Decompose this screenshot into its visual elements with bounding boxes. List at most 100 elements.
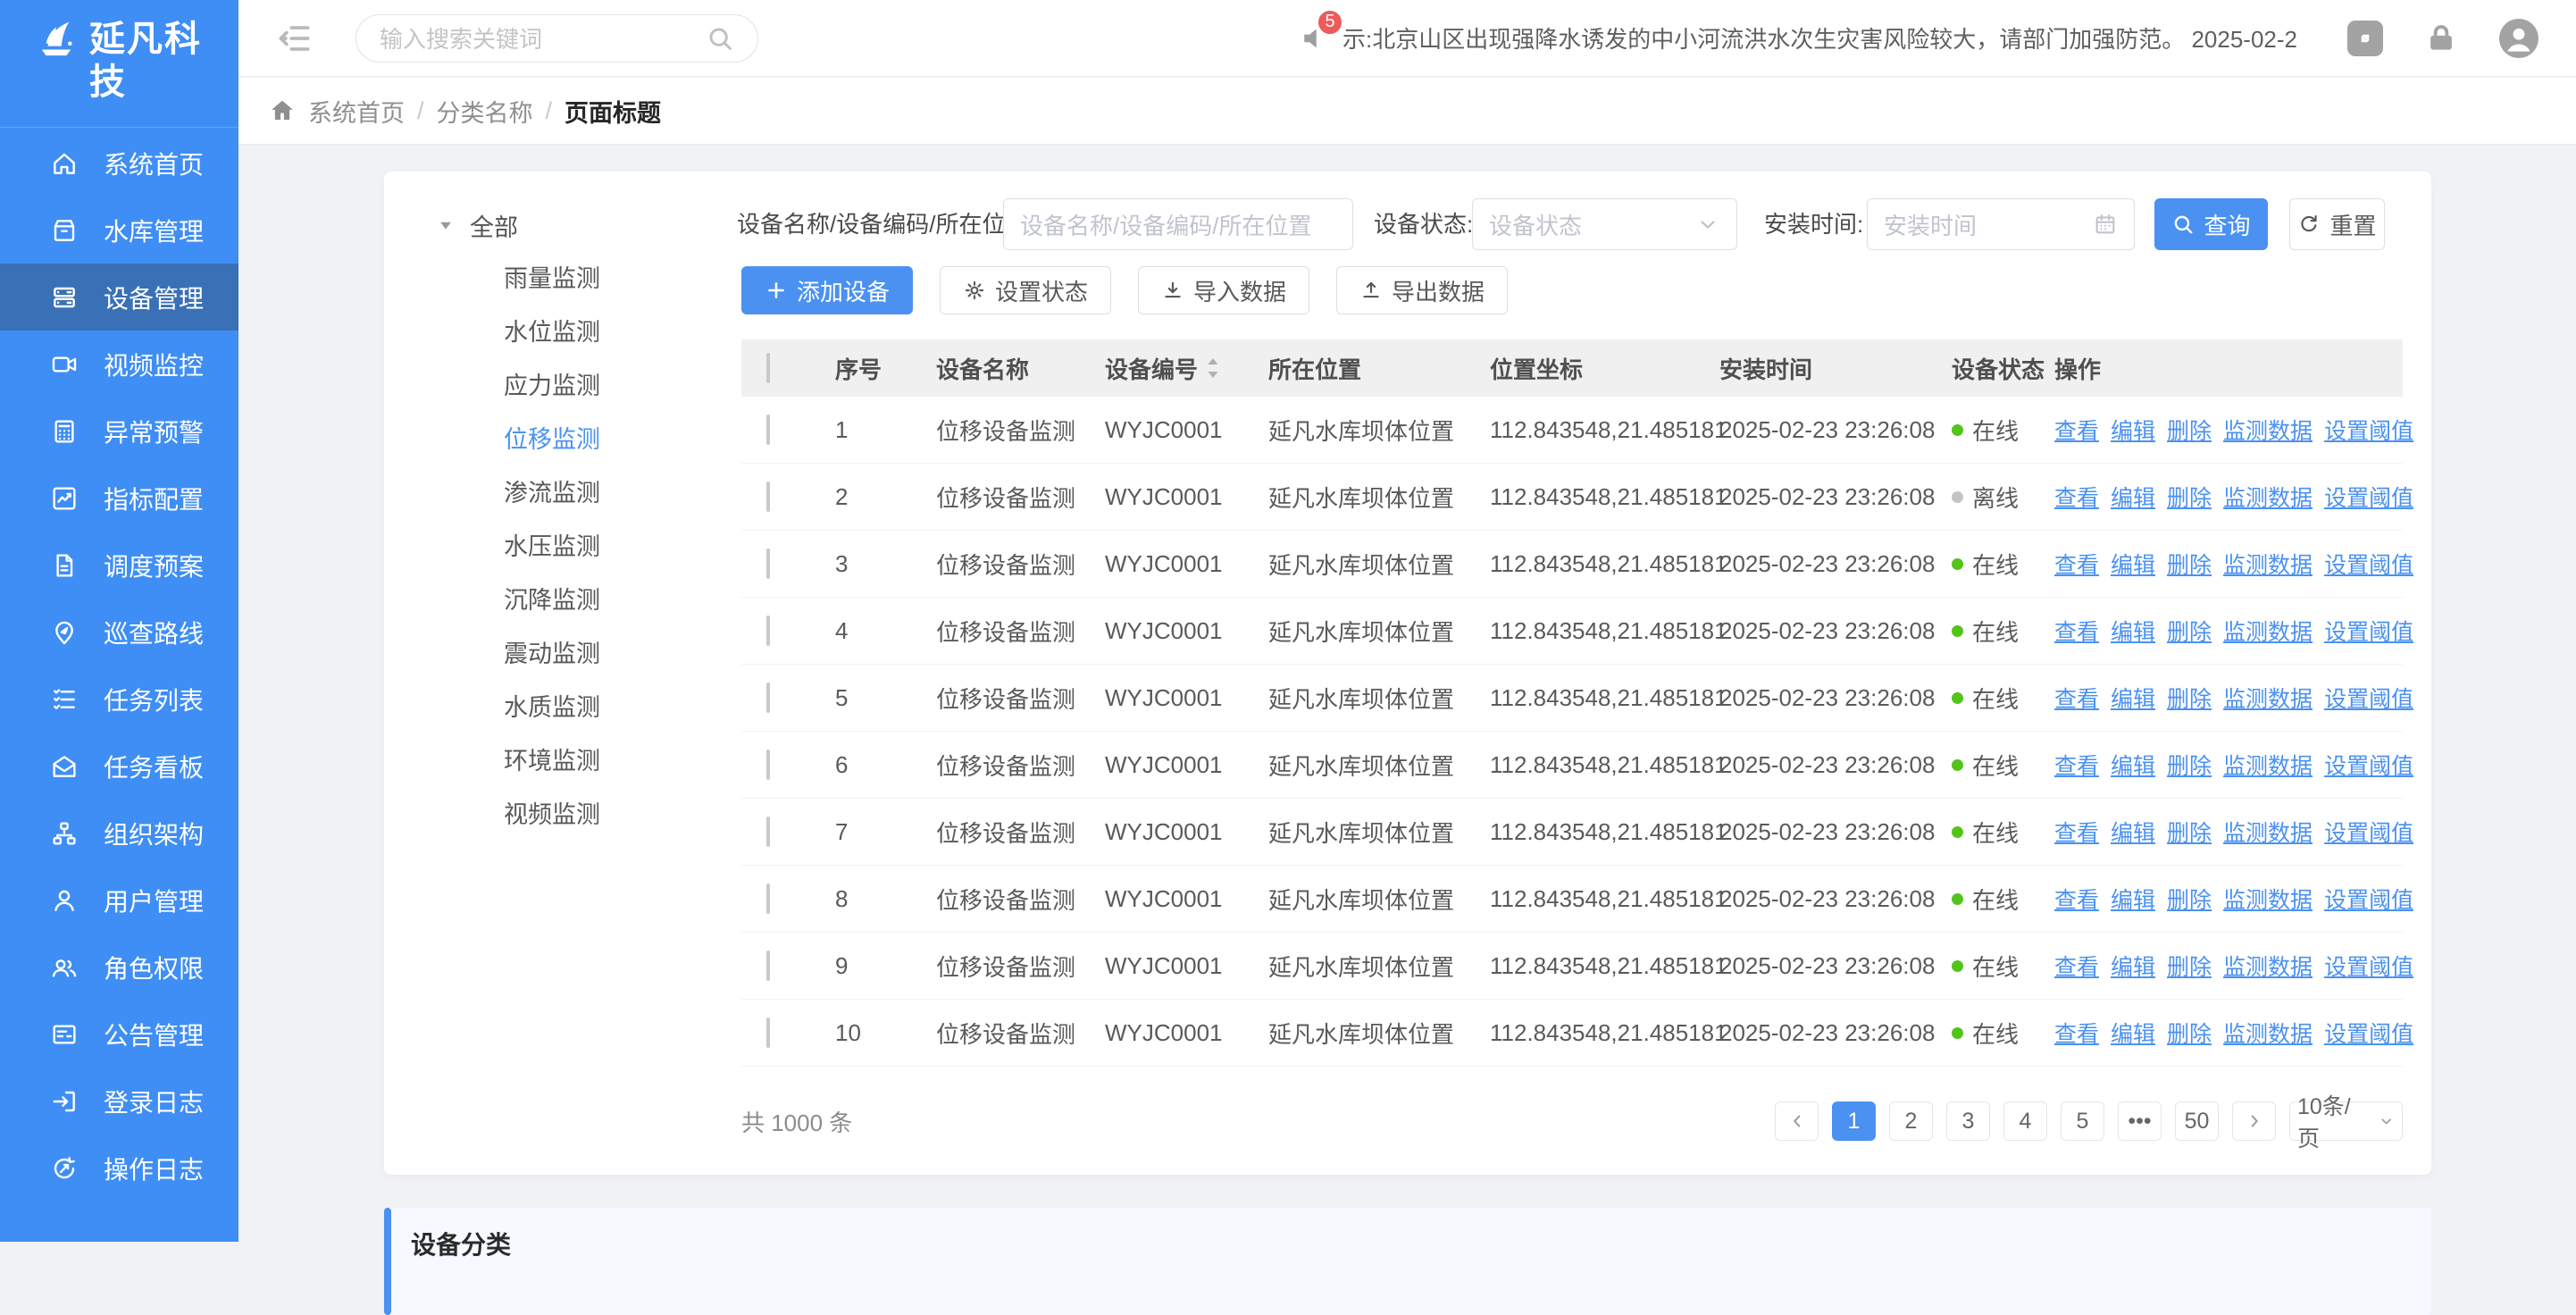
monitor-data-link[interactable]: 监测数据	[2223, 414, 2313, 446]
row-checkbox[interactable]	[766, 1018, 770, 1048]
reset-button[interactable]: 重置	[2289, 198, 2385, 250]
user-avatar[interactable]	[2499, 19, 2538, 58]
monitor-data-link[interactable]: 监测数据	[2223, 883, 2313, 915]
breadcrumb-item-home[interactable]: 系统首页	[308, 94, 405, 129]
page-button[interactable]: 3	[1946, 1101, 1990, 1141]
tree-item[interactable]: 环境监测	[504, 734, 720, 788]
edit-link[interactable]: 编辑	[2111, 1017, 2155, 1049]
sidebar-item-op-log[interactable]: 操作日志	[0, 1135, 238, 1202]
delete-link[interactable]: 删除	[2167, 481, 2212, 513]
fullscreen-icon[interactable]	[2347, 21, 2383, 56]
delete-link[interactable]: 删除	[2167, 950, 2212, 982]
set-status-button[interactable]: 设置状态	[940, 266, 1111, 314]
row-checkbox[interactable]	[766, 549, 770, 579]
sidebar-item-board[interactable]: 任务看板	[0, 733, 238, 800]
monitor-data-link[interactable]: 监测数据	[2223, 615, 2313, 647]
row-checkbox[interactable]	[766, 482, 770, 512]
monitor-data-link[interactable]: 监测数据	[2223, 481, 2313, 513]
delete-link[interactable]: 删除	[2167, 883, 2212, 915]
tree-item[interactable]: 雨量监测	[504, 252, 720, 306]
view-link[interactable]: 查看	[2054, 414, 2099, 446]
sidebar-item-tasks[interactable]: 任务列表	[0, 666, 238, 733]
set-threshold-link[interactable]: 设置阈值	[2324, 414, 2413, 446]
monitor-data-link[interactable]: 监测数据	[2223, 749, 2313, 781]
more-pages-button[interactable]: •••	[2118, 1101, 2162, 1141]
view-link[interactable]: 查看	[2054, 950, 2099, 982]
row-checkbox[interactable]	[766, 750, 770, 780]
set-threshold-link[interactable]: 设置阈值	[2324, 749, 2413, 781]
sidebar-item-metrics[interactable]: 指标配置	[0, 465, 238, 532]
delete-link[interactable]: 删除	[2167, 749, 2212, 781]
row-checkbox[interactable]	[766, 683, 770, 713]
prev-page-button[interactable]	[1775, 1101, 1819, 1141]
set-threshold-link[interactable]: 设置阈值	[2324, 548, 2413, 580]
edit-link[interactable]: 编辑	[2111, 749, 2155, 781]
sidebar-item-plan[interactable]: 调度预案	[0, 532, 238, 599]
sidebar-item-reservoir[interactable]: 水库管理	[0, 197, 238, 264]
set-threshold-link[interactable]: 设置阈值	[2324, 950, 2413, 982]
edit-link[interactable]: 编辑	[2111, 883, 2155, 915]
page-button[interactable]: 5	[2061, 1101, 2104, 1141]
tree-item[interactable]: 位移监测	[504, 413, 720, 466]
delete-link[interactable]: 删除	[2167, 548, 2212, 580]
import-data-button[interactable]: 导入数据	[1138, 266, 1309, 314]
tree-root-all[interactable]: 全部	[436, 204, 720, 247]
page-button[interactable]: 1	[1832, 1101, 1876, 1141]
global-search-input[interactable]: 输入搜索关键词	[355, 14, 758, 63]
delete-link[interactable]: 删除	[2167, 816, 2212, 848]
row-checkbox[interactable]	[766, 817, 770, 847]
page-button[interactable]: 4	[2003, 1101, 2047, 1141]
edit-link[interactable]: 编辑	[2111, 615, 2155, 647]
view-link[interactable]: 查看	[2054, 816, 2099, 848]
delete-link[interactable]: 删除	[2167, 414, 2212, 446]
edit-link[interactable]: 编辑	[2111, 548, 2155, 580]
view-link[interactable]: 查看	[2054, 749, 2099, 781]
edit-link[interactable]: 编辑	[2111, 950, 2155, 982]
set-threshold-link[interactable]: 设置阈值	[2324, 615, 2413, 647]
edit-link[interactable]: 编辑	[2111, 682, 2155, 714]
search-icon[interactable]	[706, 24, 734, 53]
view-link[interactable]: 查看	[2054, 548, 2099, 580]
view-link[interactable]: 查看	[2054, 682, 2099, 714]
set-threshold-link[interactable]: 设置阈值	[2324, 816, 2413, 848]
time-filter-input[interactable]: 安装时间	[1867, 198, 2135, 250]
sidebar-item-video[interactable]: 视频监控	[0, 331, 238, 398]
tree-item[interactable]: 渗流监测	[504, 466, 720, 520]
speaker-icon[interactable]: 5	[1300, 22, 1332, 54]
next-page-button[interactable]	[2232, 1101, 2276, 1141]
view-link[interactable]: 查看	[2054, 481, 2099, 513]
status-filter-select[interactable]: 设备状态	[1472, 198, 1737, 250]
view-link[interactable]: 查看	[2054, 1017, 2099, 1049]
keyword-filter-input[interactable]: 设备名称/设备编码/所在位置	[1003, 198, 1353, 250]
search-button[interactable]: 查询	[2154, 198, 2268, 250]
delete-link[interactable]: 删除	[2167, 1017, 2212, 1049]
set-threshold-link[interactable]: 设置阈值	[2324, 682, 2413, 714]
edit-link[interactable]: 编辑	[2111, 414, 2155, 446]
sidebar-item-org[interactable]: 组织架构	[0, 800, 238, 867]
row-checkbox[interactable]	[766, 616, 770, 646]
monitor-data-link[interactable]: 监测数据	[2223, 1017, 2313, 1049]
sort-icon[interactable]	[1205, 356, 1221, 380]
select-all-checkbox[interactable]	[766, 353, 770, 383]
monitor-data-link[interactable]: 监测数据	[2223, 548, 2313, 580]
row-checkbox[interactable]	[766, 415, 770, 445]
export-data-button[interactable]: 导出数据	[1336, 266, 1508, 314]
sidebar-item-roles[interactable]: 角色权限	[0, 934, 238, 1001]
tree-item[interactable]: 视频监测	[504, 788, 720, 842]
edit-link[interactable]: 编辑	[2111, 481, 2155, 513]
view-link[interactable]: 查看	[2054, 883, 2099, 915]
sidebar-item-user[interactable]: 用户管理	[0, 867, 238, 934]
home-icon[interactable]	[269, 97, 296, 124]
sidebar-item-device[interactable]: 设备管理	[0, 264, 238, 331]
row-checkbox[interactable]	[766, 884, 770, 914]
lock-icon[interactable]	[2424, 21, 2458, 55]
set-threshold-link[interactable]: 设置阈值	[2324, 481, 2413, 513]
caret-down-icon[interactable]	[436, 215, 456, 235]
monitor-data-link[interactable]: 监测数据	[2223, 816, 2313, 848]
tree-item[interactable]: 应力监测	[504, 359, 720, 413]
add-device-button[interactable]: 添加设备	[741, 266, 913, 314]
monitor-data-link[interactable]: 监测数据	[2223, 950, 2313, 982]
page-button[interactable]: 50	[2175, 1101, 2219, 1141]
page-size-select[interactable]: 10条/页	[2289, 1101, 2403, 1141]
tree-item[interactable]: 水质监测	[504, 681, 720, 734]
